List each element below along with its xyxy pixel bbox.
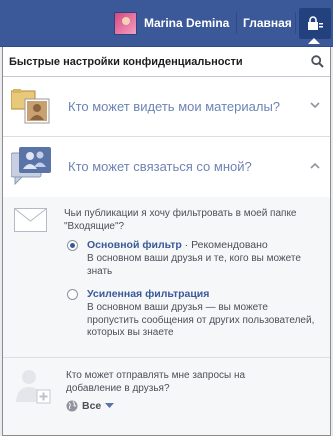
recommended-badge: · Рекомендовано bbox=[181, 239, 268, 251]
user-avatar[interactable] bbox=[114, 12, 137, 35]
chevron-down-icon bbox=[310, 102, 320, 109]
option-strict-filter[interactable]: Усиленная фильтрация bbox=[87, 288, 209, 300]
globe-icon bbox=[66, 400, 78, 412]
panel-header: Быстрые настройки конфиденциальности bbox=[3, 47, 330, 77]
friend-request-question: Кто может отправлять мне запросы на доба… bbox=[66, 370, 246, 394]
radio-basic-filter[interactable] bbox=[67, 240, 78, 251]
privacy-shortcuts-panel: Быстрые настройки конфиденциальности Кто… bbox=[2, 47, 331, 436]
user-name-link[interactable]: Marina Demina bbox=[144, 16, 229, 30]
option-description: В основном ваши друзья и те, кого вы мож… bbox=[87, 253, 301, 277]
people-chat-icon bbox=[11, 147, 51, 185]
caret-down-icon bbox=[105, 403, 115, 408]
section-label: Кто может связаться со мной? bbox=[68, 159, 252, 174]
radio-strict-filter[interactable] bbox=[67, 289, 78, 300]
option-title: Усиленная фильтрация bbox=[87, 288, 210, 300]
filter-question: Чьи публикации я хочу фильтровать в моей… bbox=[64, 208, 297, 232]
lock-icon bbox=[308, 16, 323, 30]
audience-value: Все bbox=[82, 400, 102, 412]
divider bbox=[3, 357, 330, 358]
section-who-can-contact[interactable]: Кто может связаться со мной? bbox=[3, 137, 330, 197]
friend-request-audience-select[interactable]: Все bbox=[66, 400, 115, 412]
divider bbox=[295, 12, 296, 34]
search-icon[interactable] bbox=[311, 55, 324, 68]
add-friend-icon bbox=[16, 370, 51, 404]
section-who-can-see[interactable]: Кто может видеть мои материалы? bbox=[3, 77, 330, 137]
photo-profile-icon bbox=[11, 89, 50, 124]
section-label: Кто может видеть мои материалы? bbox=[68, 99, 281, 114]
divider bbox=[236, 12, 237, 34]
top-bar: Marina Demina Главная bbox=[0, 0, 333, 47]
envelope-icon bbox=[14, 208, 47, 232]
contact-settings-expanded: Чьи публикации я хочу фильтровать в моей… bbox=[3, 197, 330, 435]
privacy-shortcuts-button[interactable] bbox=[299, 8, 331, 39]
option-basic-filter[interactable]: Основной фильтр · Рекомендовано bbox=[87, 239, 268, 251]
home-link[interactable]: Главная bbox=[243, 16, 292, 30]
option-title: Основной фильтр bbox=[87, 239, 182, 251]
option-description: В основном ваши друзья — вы можете пропу… bbox=[87, 302, 315, 338]
panel-title: Быстрые настройки конфиденциальности bbox=[9, 56, 243, 68]
dropdown-caret bbox=[308, 38, 320, 44]
chevron-up-icon bbox=[310, 162, 320, 169]
